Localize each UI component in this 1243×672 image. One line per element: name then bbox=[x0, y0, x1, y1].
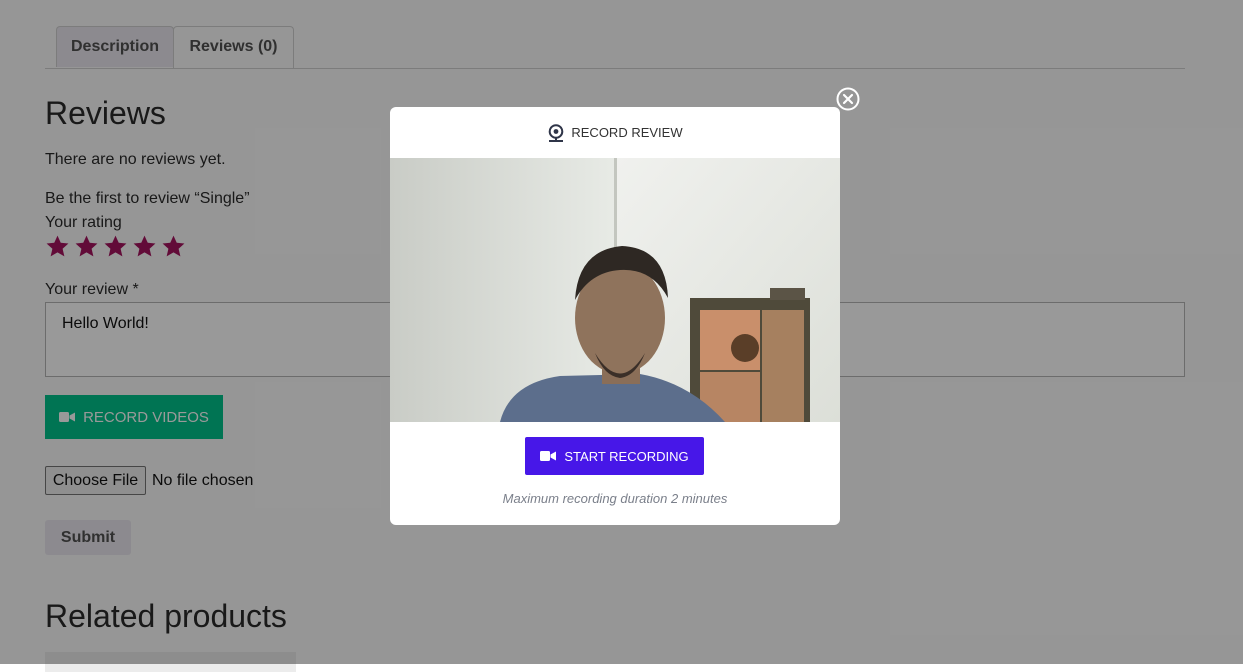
max-duration-note: Maximum recording duration 2 minutes bbox=[502, 491, 728, 506]
close-icon[interactable] bbox=[836, 87, 860, 111]
record-review-modal: RECORD REVIEW START RECORDING Maximum re… bbox=[390, 107, 840, 525]
modal-header: RECORD REVIEW bbox=[390, 107, 840, 158]
webcam-icon bbox=[549, 123, 564, 142]
start-recording-label: START RECORDING bbox=[564, 448, 689, 464]
start-recording-button[interactable]: START RECORDING bbox=[525, 437, 704, 475]
video-camera-icon bbox=[540, 451, 557, 461]
webcam-preview bbox=[390, 158, 840, 422]
modal-title: RECORD REVIEW bbox=[571, 125, 683, 140]
